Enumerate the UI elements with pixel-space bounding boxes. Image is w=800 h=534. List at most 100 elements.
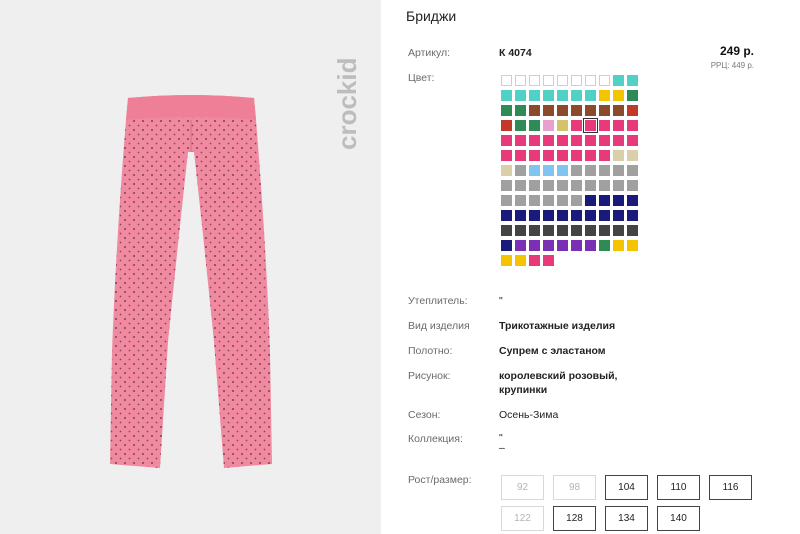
color-swatch[interactable]: [599, 105, 610, 116]
color-swatch[interactable]: [585, 195, 596, 206]
color-swatch[interactable]: [543, 75, 554, 86]
color-swatch[interactable]: [627, 180, 638, 191]
color-swatch[interactable]: [501, 105, 512, 116]
color-swatch[interactable]: [529, 165, 540, 176]
color-swatch[interactable]: [529, 75, 540, 86]
color-swatch[interactable]: [613, 210, 624, 221]
color-swatch[interactable]: [627, 135, 638, 146]
color-swatch[interactable]: [627, 105, 638, 116]
color-swatch[interactable]: [585, 135, 596, 146]
color-swatch[interactable]: [585, 210, 596, 221]
color-swatch[interactable]: [543, 150, 554, 161]
color-swatch[interactable]: [501, 90, 512, 101]
color-swatch[interactable]: [571, 240, 582, 251]
color-swatch[interactable]: [529, 255, 540, 266]
color-swatch[interactable]: [627, 195, 638, 206]
color-swatch[interactable]: [543, 255, 554, 266]
color-swatch[interactable]: [529, 135, 540, 146]
color-swatch[interactable]: [599, 120, 610, 131]
color-swatch[interactable]: [515, 195, 526, 206]
color-swatch[interactable]: [515, 180, 526, 191]
color-swatch[interactable]: [613, 165, 624, 176]
color-swatch[interactable]: [543, 195, 554, 206]
color-swatch[interactable]: [529, 120, 540, 131]
color-swatch[interactable]: [515, 165, 526, 176]
color-swatch[interactable]: [529, 240, 540, 251]
color-swatch[interactable]: [529, 180, 540, 191]
color-swatch[interactable]: [501, 150, 512, 161]
color-swatch[interactable]: [529, 150, 540, 161]
color-swatch[interactable]: [529, 195, 540, 206]
color-swatch[interactable]: [585, 180, 596, 191]
color-swatch[interactable]: [543, 210, 554, 221]
color-swatch[interactable]: [627, 240, 638, 251]
size-button-140[interactable]: 140: [657, 506, 700, 531]
product-image-panel[interactable]: crockid: [0, 0, 381, 534]
color-swatch[interactable]: [613, 195, 624, 206]
color-swatch[interactable]: [557, 165, 568, 176]
color-swatch[interactable]: [613, 180, 624, 191]
color-swatch[interactable]: [543, 90, 554, 101]
color-swatch[interactable]: [543, 120, 554, 131]
color-swatch[interactable]: [613, 90, 624, 101]
size-button-134[interactable]: 134: [605, 506, 648, 531]
color-swatch[interactable]: [599, 225, 610, 236]
color-swatch[interactable]: [515, 210, 526, 221]
color-swatch[interactable]: [627, 90, 638, 101]
color-swatch[interactable]: [613, 135, 624, 146]
color-swatch[interactable]: [571, 195, 582, 206]
color-swatch[interactable]: [613, 105, 624, 116]
color-swatch[interactable]: [515, 240, 526, 251]
size-button-116[interactable]: 116: [709, 475, 752, 500]
color-swatch[interactable]: [585, 165, 596, 176]
color-swatch[interactable]: [557, 180, 568, 191]
color-swatch[interactable]: [501, 135, 512, 146]
color-swatch[interactable]: [585, 150, 596, 161]
color-swatch[interactable]: [529, 225, 540, 236]
color-swatch[interactable]: [543, 135, 554, 146]
color-swatch[interactable]: [599, 165, 610, 176]
color-swatch[interactable]: [515, 90, 526, 101]
color-swatch[interactable]: [571, 165, 582, 176]
color-swatch[interactable]: [557, 135, 568, 146]
color-swatch[interactable]: [585, 240, 596, 251]
color-swatch[interactable]: [557, 90, 568, 101]
color-swatch[interactable]: [571, 210, 582, 221]
color-swatch[interactable]: [571, 75, 582, 86]
color-swatch[interactable]: [571, 90, 582, 101]
color-swatch[interactable]: [599, 150, 610, 161]
color-swatch[interactable]: [515, 150, 526, 161]
color-swatch[interactable]: [571, 120, 582, 131]
color-swatch[interactable]: [501, 195, 512, 206]
color-swatch[interactable]: [529, 90, 540, 101]
color-swatch[interactable]: [613, 75, 624, 86]
color-swatch[interactable]: [501, 120, 512, 131]
color-swatch[interactable]: [557, 240, 568, 251]
color-swatch[interactable]: [543, 225, 554, 236]
color-swatch[interactable]: [501, 75, 512, 86]
color-swatch[interactable]: [613, 240, 624, 251]
size-button-104[interactable]: 104: [605, 475, 648, 500]
color-swatch[interactable]: [515, 135, 526, 146]
color-swatch[interactable]: [627, 120, 638, 131]
color-swatch[interactable]: [529, 105, 540, 116]
color-swatch[interactable]: [599, 135, 610, 146]
color-swatch[interactable]: [571, 135, 582, 146]
color-swatch[interactable]: [599, 240, 610, 251]
color-swatch[interactable]: [515, 105, 526, 116]
color-swatch[interactable]: [557, 75, 568, 86]
color-swatch[interactable]: [571, 180, 582, 191]
color-swatch[interactable]: [557, 105, 568, 116]
color-swatch[interactable]: [613, 225, 624, 236]
color-swatch[interactable]: [543, 105, 554, 116]
color-swatch[interactable]: [627, 150, 638, 161]
color-swatch[interactable]: [571, 150, 582, 161]
color-swatch[interactable]: [557, 195, 568, 206]
size-button-128[interactable]: 128: [553, 506, 596, 531]
color-swatch[interactable]: [557, 120, 568, 131]
color-swatch[interactable]: [585, 225, 596, 236]
color-swatch[interactable]: [599, 195, 610, 206]
color-swatch[interactable]: [501, 180, 512, 191]
color-swatch[interactable]: [501, 240, 512, 251]
color-swatch[interactable]: [599, 180, 610, 191]
